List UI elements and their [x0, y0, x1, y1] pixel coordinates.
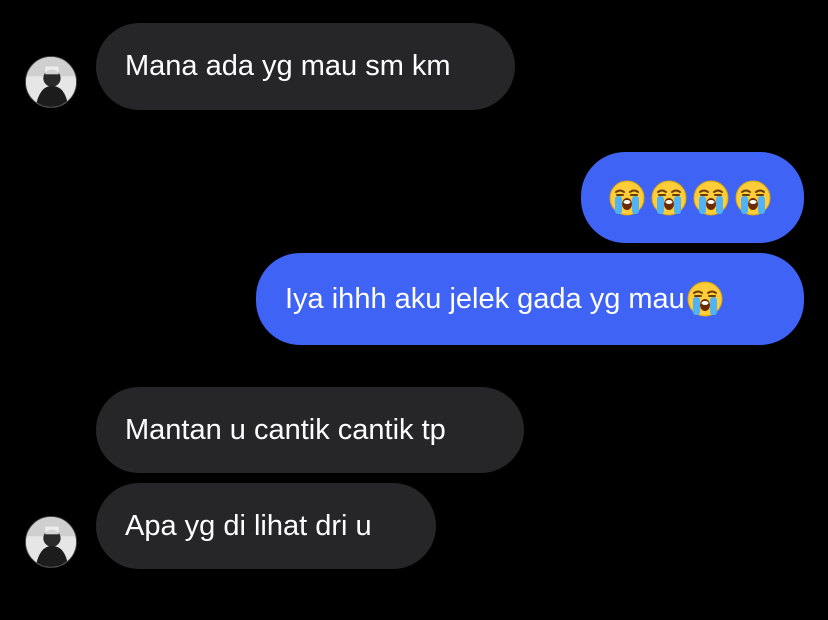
contact-avatar[interactable] [25, 516, 77, 568]
contact-avatar[interactable] [25, 56, 77, 108]
message-text: Mantan u cantik cantik tp [125, 413, 446, 446]
outgoing-message-bubble[interactable]: Iya ihhh aku jelek gada yg mau [256, 253, 804, 345]
profile-photo [26, 517, 76, 567]
message-text: Iya ihhh aku jelek gada yg mau [285, 282, 685, 315]
loudly-crying-face-icon [687, 281, 723, 317]
loudly-crying-face-icon [609, 180, 645, 216]
loudly-crying-face-icon [693, 180, 729, 216]
loudly-crying-face-icon [735, 180, 771, 216]
loudly-crying-face-icon [651, 180, 687, 216]
incoming-message-bubble[interactable]: Apa yg di lihat dri u [96, 483, 436, 569]
outgoing-message-bubble[interactable] [581, 152, 804, 243]
incoming-message-bubble[interactable]: Mantan u cantik cantik tp [96, 387, 524, 473]
message-text: Mana ada yg mau sm km [125, 50, 451, 82]
incoming-message-bubble[interactable]: Mana ada yg mau sm km [96, 23, 515, 110]
profile-photo [26, 57, 76, 107]
message-text: Apa yg di lihat dri u [125, 509, 372, 542]
